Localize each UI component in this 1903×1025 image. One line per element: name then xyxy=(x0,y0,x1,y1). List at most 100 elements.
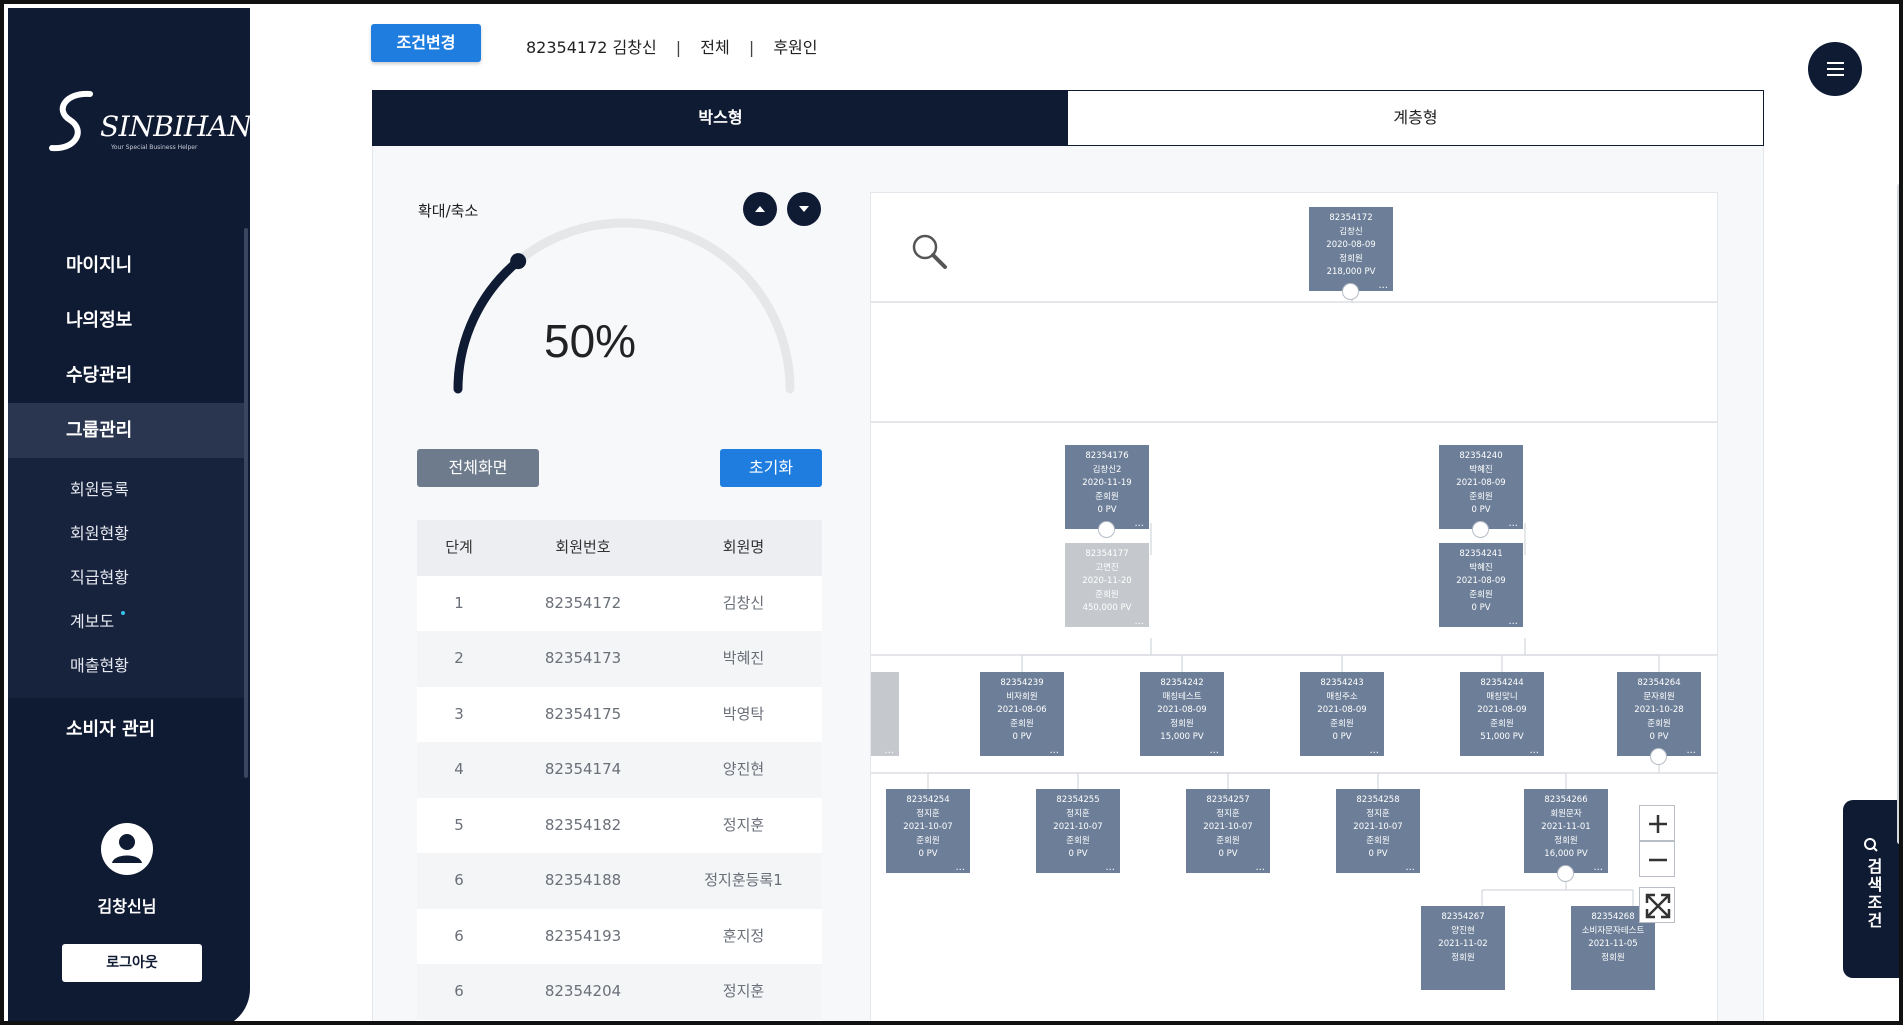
submenu-member-register[interactable]: 회원등록 xyxy=(8,468,246,512)
tree-node[interactable]: 82354257 정지훈 2021-10-07 준회원 0 PV... xyxy=(1186,789,1270,873)
table-row[interactable]: 5 82354182 정지훈 xyxy=(417,798,822,854)
cell-member-name: 정지훈 xyxy=(722,982,765,1000)
minus-icon[interactable] xyxy=(1639,841,1675,877)
tree-node[interactable]: 82354267 양진현 2021-11-02 정회원 xyxy=(1421,906,1505,990)
table-row[interactable]: 6 82354193 훈지정 xyxy=(417,909,822,965)
expand-node-icon[interactable] xyxy=(1098,521,1115,538)
more-icon[interactable]: ... xyxy=(1049,746,1059,756)
reset-button[interactable]: 초기화 xyxy=(720,449,822,487)
more-icon[interactable]: ... xyxy=(1209,746,1219,756)
node-date: 2021-10-07 xyxy=(1203,822,1253,832)
tree-node[interactable]: 82354244 매칭맞니 2021-08-09 준회원 51,000 PV... xyxy=(1460,672,1544,756)
logo-s-mark xyxy=(49,90,93,152)
submenu-genealogy[interactable]: 계보도 xyxy=(8,600,246,644)
tree-node[interactable]: 82354254 정지훈 2021-10-07 준회원 0 PV... xyxy=(886,789,970,873)
tree-node[interactable]: 82354172 김창신 2020-08-09 정회원 218,000 PV... xyxy=(1309,207,1393,300)
tree-node[interactable]: 82354255 정지훈 2021-10-07 준회원 0 PV... xyxy=(1036,789,1120,873)
member-table: 단계 회원번호 회원명 1 82354172 김창신 2 82354173 박혜진 3 823… xyxy=(417,520,822,1021)
menu-item-mygenie[interactable]: 마이지니 xyxy=(8,238,246,293)
search-icon[interactable] xyxy=(909,231,951,273)
cell-level: 3 xyxy=(454,704,464,723)
table-row[interactable]: 6 82354188 정지훈등록1 xyxy=(417,853,822,909)
submenu-sales-status[interactable]: 매출현황 xyxy=(8,644,246,688)
plus-icon[interactable] xyxy=(1639,805,1675,841)
node-name: 정지훈 xyxy=(1366,808,1390,819)
more-icon[interactable]: ... xyxy=(1405,863,1415,873)
node-grade: 준회원 xyxy=(1010,718,1034,729)
node-name: 양진현 xyxy=(1451,925,1475,936)
tree-node[interactable]: 82354176 김창신2 2020-11-19 준회원 0 PV... xyxy=(1065,445,1149,538)
table-row[interactable]: 3 82354175 박영탁 xyxy=(417,687,822,743)
zoom-gauge[interactable] xyxy=(444,214,804,404)
separator: | xyxy=(748,38,755,57)
submenu-rank-status[interactable]: 직급현황 xyxy=(8,556,246,600)
expand-icon[interactable] xyxy=(1639,887,1675,923)
node-grade: 정회원 xyxy=(1554,835,1578,846)
change-condition-button[interactable]: 조건변경 xyxy=(371,24,481,62)
node-id: 82354176 xyxy=(1085,451,1129,461)
node-grade: 준회원 xyxy=(1095,589,1119,600)
node-pv: 450,000 PV xyxy=(1082,603,1132,613)
expand-node-icon[interactable] xyxy=(1650,748,1667,765)
more-icon[interactable]: ... xyxy=(1255,863,1265,873)
expand-node-icon[interactable] xyxy=(1557,865,1574,882)
tree-node[interactable]: 82354243 매칭주소 2021-08-09 준회원 0 PV... xyxy=(1300,672,1384,756)
tree-node[interactable]: 82354266 회원문자 2021-11-01 정회원 16,000 PV... xyxy=(1524,789,1608,882)
hamburger-icon[interactable] xyxy=(1808,42,1862,96)
cell-level: 6 xyxy=(454,982,464,1000)
more-icon[interactable]: ... xyxy=(1378,281,1388,291)
table-row[interactable]: 1 82354172 김창신 xyxy=(417,576,822,632)
page-scrollbar[interactable] xyxy=(1897,184,1899,844)
tree-node[interactable]: 82354240 박혜진 2021-08-09 준회원 0 PV... xyxy=(1439,445,1523,538)
more-icon[interactable]: ... xyxy=(1529,746,1539,756)
gauge-handle[interactable] xyxy=(510,253,527,270)
more-icon[interactable]: ... xyxy=(1508,617,1518,627)
submenu-label: 회원현황 xyxy=(70,524,129,543)
logout-button[interactable]: 로그아웃 xyxy=(62,944,202,982)
node-date: 2021-10-28 xyxy=(1634,705,1684,715)
tree-node[interactable]: 832-23... xyxy=(871,672,899,756)
tree-node[interactable]: 82354177 고면진 2020-11-20 준회원 450,000 PV... xyxy=(1065,543,1149,627)
table-row[interactable]: 4 82354174 양진현 xyxy=(417,742,822,798)
tree-node[interactable]: 82354239 비자회원 2021-08-06 준회원 0 PV... xyxy=(980,672,1064,756)
menu-item-group[interactable]: 그룹관리 xyxy=(8,403,246,458)
menu-item-consumer[interactable]: 소비자 관리 xyxy=(8,702,246,757)
brand-logo[interactable]: SINBIHAN Your Special Business Helper xyxy=(46,88,250,158)
header-member-number: 회원번호 xyxy=(555,538,611,556)
node-date: 2021-10-07 xyxy=(903,822,953,832)
menu-item-allowance[interactable]: 수당관리 xyxy=(8,348,246,403)
node-grade: 준회원 xyxy=(1469,589,1493,600)
node-date: 2020-11-20 xyxy=(1082,576,1132,586)
genealogy-tree[interactable]: 82354172 김창신 2020-08-09 정회원 218,000 PV... 823… xyxy=(870,192,1718,1021)
expand-node-icon[interactable] xyxy=(1472,521,1489,538)
more-icon[interactable]: ... xyxy=(1134,617,1144,627)
node-pv: 218,000 PV xyxy=(1326,267,1376,277)
more-icon[interactable]: ... xyxy=(1369,746,1379,756)
expand-node-icon[interactable] xyxy=(1342,283,1359,300)
search-condition-label: 검색조건 xyxy=(1864,858,1883,930)
search-condition-tab[interactable]: 검색조건 xyxy=(1843,800,1899,978)
tab-hierarchy-view[interactable]: 계층형 xyxy=(1068,91,1763,145)
tab-box-view[interactable]: 박스형 xyxy=(373,91,1068,145)
node-id: 82354242 xyxy=(1160,678,1204,688)
more-icon[interactable]: ... xyxy=(955,863,965,873)
sidebar-scrollbar[interactable] xyxy=(244,228,248,778)
fullscreen-button[interactable]: 전체화면 xyxy=(417,449,539,487)
cell-level: 6 xyxy=(454,926,464,945)
tree-node[interactable]: 82354241 박혜진 2021-08-09 준회원 0 PV... xyxy=(1439,543,1523,627)
more-icon[interactable]: ... xyxy=(1686,746,1696,756)
submenu-member-status[interactable]: 회원현황 xyxy=(8,512,246,556)
more-icon[interactable]: ... xyxy=(1134,519,1144,529)
tree-node[interactable]: 82354258 정지훈 2021-10-07 준회원 0 PV... xyxy=(1336,789,1420,873)
node-grade: 정회원 xyxy=(1601,952,1625,963)
more-icon[interactable]: ... xyxy=(1105,863,1115,873)
more-icon[interactable]: ... xyxy=(884,746,894,756)
table-row[interactable]: 6 82354204 정지훈 xyxy=(417,964,822,1020)
submenu-label: 계보도 xyxy=(70,612,115,631)
menu-item-myinfo[interactable]: 나의정보 xyxy=(8,293,246,348)
tree-node[interactable]: 82354264 문자회원 2021-10-28 준회원 0 PV... xyxy=(1617,672,1701,765)
more-icon[interactable]: ... xyxy=(1508,519,1518,529)
table-row[interactable]: 2 82354173 박혜진 xyxy=(417,631,822,687)
tree-node[interactable]: 82354242 매칭테스트 2021-08-09 정회원 15,000 PV... xyxy=(1140,672,1224,756)
more-icon[interactable]: ... xyxy=(1593,863,1603,873)
